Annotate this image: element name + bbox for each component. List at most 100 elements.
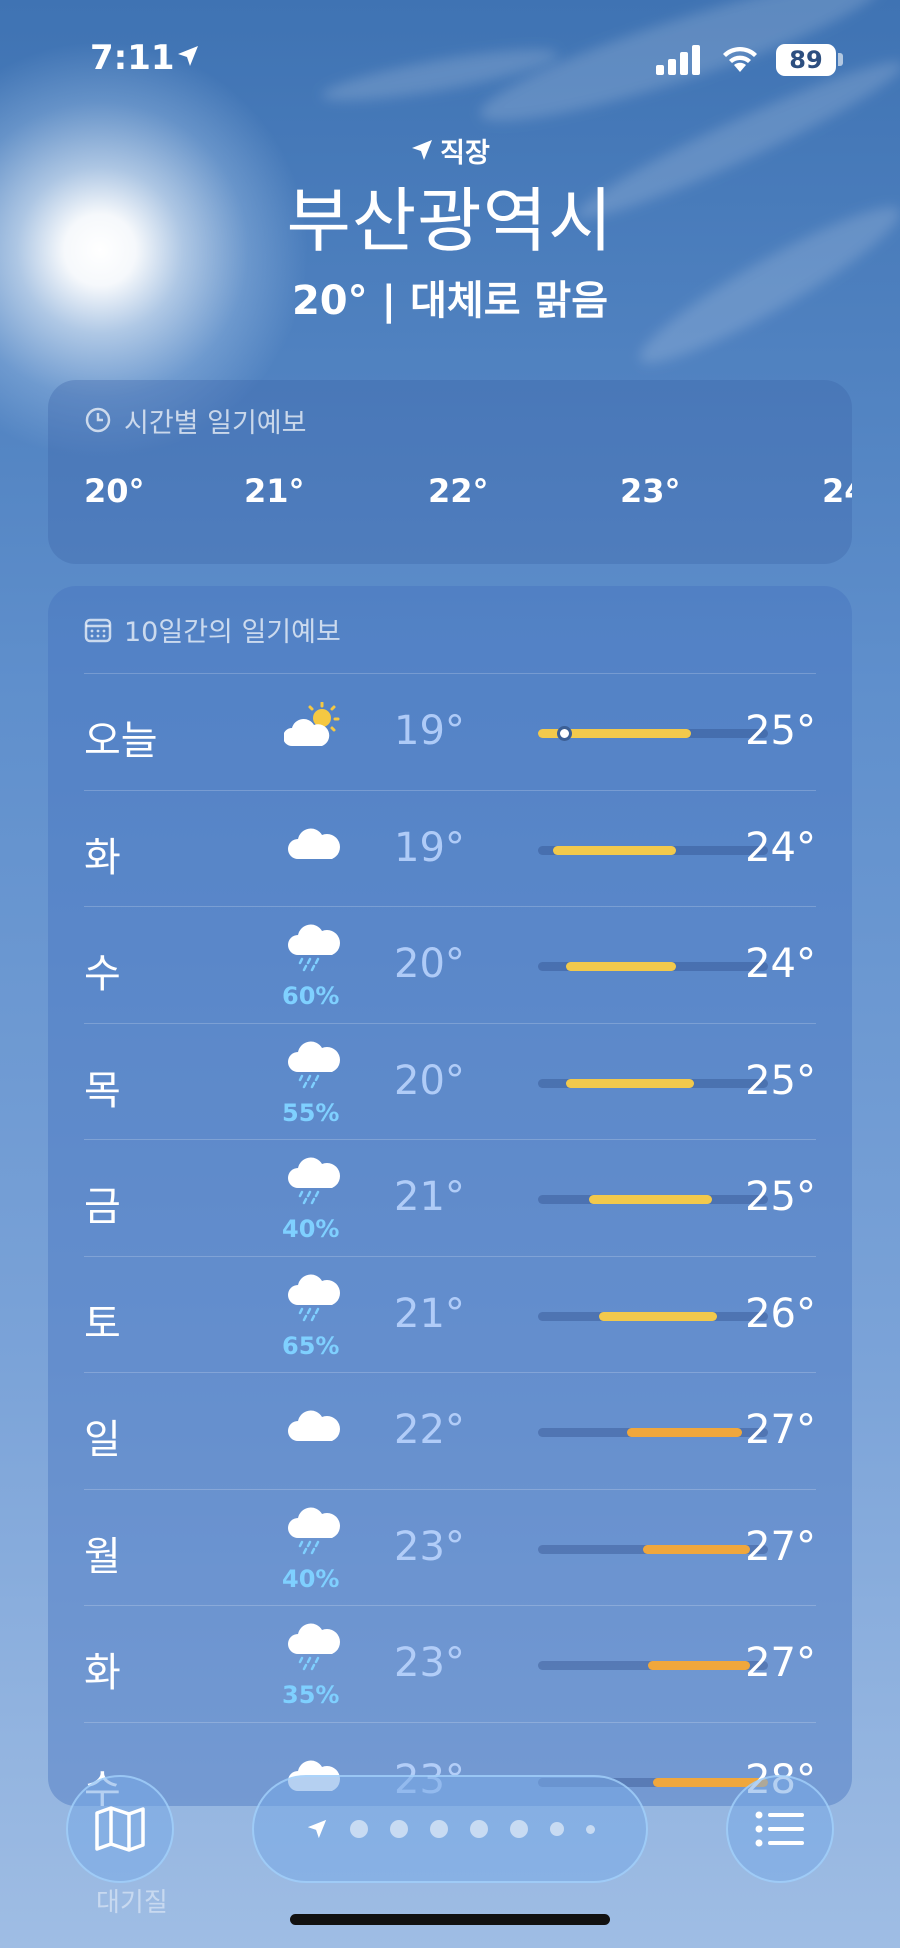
day-row[interactable]: 오늘 19° 25° <box>84 674 816 791</box>
wifi-icon <box>723 46 757 72</box>
cloud-rain-icon <box>284 1622 344 1672</box>
calendar-icon <box>84 618 112 642</box>
precipitation-chance: 40% <box>282 1215 340 1243</box>
day-name: 토 <box>84 1300 121 1347</box>
precipitation-chance: 65% <box>282 1331 340 1360</box>
cloud-rain-icon <box>284 1156 344 1206</box>
day-name: 오늘 <box>84 718 158 764</box>
city-name: 부산광역시 <box>286 180 614 262</box>
precipitation-chance: 55% <box>282 1098 340 1127</box>
location-page-indicator[interactable] <box>252 1775 648 1883</box>
high-temp: 26° <box>745 1290 816 1337</box>
cloud-rain-icon <box>284 1273 344 1323</box>
precipitation-chance: 40% <box>282 1564 340 1593</box>
location-arrow-icon <box>307 1819 326 1839</box>
list-icon <box>755 1811 804 1847</box>
battery-tip <box>838 53 843 66</box>
cloud-rain-icon <box>284 1040 344 1090</box>
clock-icon <box>85 407 111 433</box>
hourly-temp: 22° <box>428 472 489 510</box>
temp-range-bar <box>538 1078 768 1088</box>
high-temp: 25° <box>745 708 816 754</box>
hourly-temp: 24 <box>822 472 852 510</box>
cellular-signal-icon <box>656 45 700 75</box>
location-arrow-icon <box>178 46 198 66</box>
high-temp: 25° <box>745 1174 816 1220</box>
day-name: 화 <box>84 834 121 881</box>
low-temp: 21° <box>394 1174 465 1220</box>
day-row[interactable]: 화 35% 23° 27° <box>84 1606 816 1723</box>
partly-sunny-icon <box>283 701 344 752</box>
place-tag: 직장 <box>0 130 900 170</box>
location-list-button[interactable] <box>726 1775 834 1883</box>
map-icon <box>95 1806 145 1852</box>
hourly-forecast-header: 시간별 일기예보 <box>48 380 852 460</box>
ten-day-forecast-card[interactable]: 10일간의 일기예보 오늘 19° 25° 화 19° 24° 수 60% 20° 24° 목 55%… <box>48 586 852 1806</box>
air-quality-label: 대기질 <box>96 1882 168 1919</box>
page-dot[interactable] <box>549 1822 564 1836</box>
ten-day-forecast-title: 10일간의 일기예보 <box>124 617 341 648</box>
precipitation-chance: 35% <box>282 1681 340 1709</box>
ten-day-forecast-header: 10일간의 일기예보 <box>84 586 816 674</box>
current-temp-marker <box>556 726 572 741</box>
low-temp: 20° <box>394 941 465 987</box>
temp-range-fill <box>647 1661 751 1670</box>
hourly-temps[interactable]: 20° 21° 22° 23° 24 <box>48 460 852 550</box>
low-temp: 23° <box>394 1523 465 1570</box>
temp-range-bar <box>538 1661 768 1670</box>
day-name: 금 <box>84 1184 121 1230</box>
cloud-icon <box>284 819 344 869</box>
location-header: 직장 부산광역시 20° | 대체로 맑음 <box>0 130 900 326</box>
high-temp: 27° <box>745 1407 816 1453</box>
hourly-forecast-card[interactable]: 시간별 일기예보 20° 21° 22° 23° 24 <box>48 380 852 564</box>
temp-range-bar <box>538 1544 768 1554</box>
cloud-icon <box>284 1401 344 1451</box>
day-row[interactable]: 금 40% 21° 25° <box>84 1140 816 1257</box>
page-dot[interactable] <box>389 1820 408 1838</box>
map-button[interactable] <box>66 1775 174 1883</box>
temp-range-fill <box>566 962 676 971</box>
home-indicator[interactable] <box>290 1914 610 1925</box>
temp-range-fill <box>599 1311 717 1321</box>
day-row[interactable]: 수 60% 20° 24° <box>84 907 816 1024</box>
page-dot[interactable] <box>509 1820 528 1838</box>
high-temp: 24° <box>745 941 816 987</box>
temp-range-bar <box>538 1195 768 1204</box>
location-arrow-icon <box>412 140 433 160</box>
temp-range-fill <box>642 1544 751 1554</box>
day-row[interactable]: 목 55% 20° 25° <box>84 1024 816 1140</box>
cloud-rain-icon <box>284 1506 344 1556</box>
place-tag-label: 직장 <box>440 137 490 169</box>
day-row[interactable]: 월 40% 23° 27° <box>84 1490 816 1606</box>
day-name: 월 <box>84 1533 121 1580</box>
precipitation-chance: 60% <box>282 982 340 1010</box>
temp-range-fill <box>566 1078 694 1088</box>
high-temp: 24° <box>745 824 816 871</box>
temp-range-bar <box>538 845 768 855</box>
day-row[interactable]: 일 22° 27° <box>84 1373 816 1490</box>
page-dot[interactable] <box>585 1824 595 1834</box>
battery-level: 89 <box>776 44 836 76</box>
air-quality-label-text: 대기질 <box>96 1888 168 1918</box>
temp-range-bar <box>538 962 768 971</box>
high-temp: 25° <box>745 1057 816 1104</box>
status-time: 7:11 <box>90 38 175 78</box>
page-dot[interactable] <box>349 1820 368 1838</box>
temp-range-bar <box>538 726 768 741</box>
page-dot[interactable] <box>429 1820 448 1838</box>
day-list: 오늘 19° 25° 화 19° 24° 수 60% 20° 24° 목 55% 20° 25° 금 40% 2… <box>48 674 852 1806</box>
low-temp: 20° <box>394 1057 465 1104</box>
temp-range-bar <box>538 1428 768 1437</box>
page-dot[interactable] <box>469 1820 488 1838</box>
current-summary: 20° | 대체로 맑음 <box>291 278 609 324</box>
day-name: 화 <box>84 1650 121 1696</box>
low-temp: 19° <box>394 824 465 871</box>
day-row[interactable]: 화 19° 24° <box>84 791 816 907</box>
low-temp: 23° <box>394 1640 465 1686</box>
temp-range-fill <box>627 1428 743 1437</box>
low-temp: 19° <box>394 708 465 754</box>
day-name: 일 <box>84 1417 121 1463</box>
status-bar: 7:11 89 <box>0 0 900 120</box>
day-row[interactable]: 토 65% 21° 26° <box>84 1257 816 1373</box>
high-temp: 27° <box>745 1523 816 1570</box>
